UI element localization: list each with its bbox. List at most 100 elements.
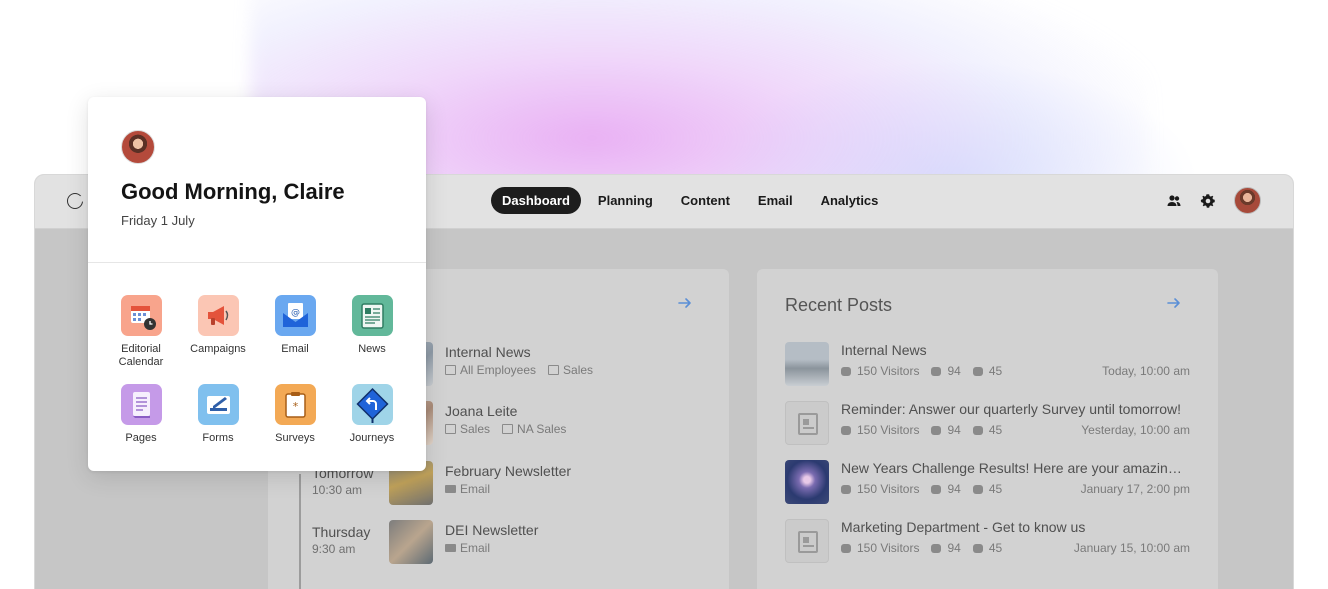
app-launcher-popup: Good Morning, Claire Friday 1 July Edito…: [88, 97, 426, 471]
thumbs-up-icon: [931, 366, 942, 376]
meta-label: Sales: [460, 422, 491, 436]
gear-icon[interactable]: [1200, 193, 1216, 209]
row-title: DEI Newsletter: [445, 522, 539, 538]
app-pages[interactable]: Pages: [108, 384, 174, 445]
post-title: Reminder: Answer our quarterly Survey un…: [841, 401, 1182, 417]
document-icon: [798, 531, 818, 553]
post-thumbnail: [785, 342, 829, 386]
post-date: January 17, 2:00 pm: [1080, 482, 1190, 496]
post-row[interactable]: Reminder: Answer our quarterly Survey un…: [785, 401, 1190, 447]
row-day: Thursday: [312, 524, 371, 540]
likes-count: 94: [947, 482, 961, 496]
row-meta: Email: [445, 541, 490, 555]
journey-sign-icon: [351, 384, 393, 425]
logo-icon[interactable]: [67, 193, 84, 209]
meta-label: Email: [460, 541, 491, 555]
app-label: Editorial Calendar: [118, 343, 164, 368]
document-icon: [798, 413, 818, 435]
envelope-icon: [445, 544, 456, 552]
app-surveys[interactable]: * Surveys: [262, 384, 328, 445]
comment-icon: [972, 543, 983, 553]
svg-text:*: *: [292, 400, 298, 413]
visitors-icon: [841, 425, 851, 435]
comment-icon: [972, 366, 983, 376]
post-stats: 150 Visitors 94 45: [841, 541, 1002, 555]
row-title: Joana Leite: [445, 403, 518, 419]
clipboard-icon: *: [274, 384, 316, 425]
post-thumbnail: [785, 460, 829, 504]
likes-count: 94: [947, 364, 961, 378]
app-forms[interactable]: Forms: [185, 384, 251, 445]
meta-label: Sales: [563, 363, 594, 377]
calendar-icon: [120, 295, 162, 336]
thumbs-up-icon: [931, 543, 942, 553]
thumbs-up-icon: [931, 484, 942, 494]
recent-posts-card: Recent Posts Internal News 150 Visitors …: [757, 269, 1218, 589]
meta-label: Email: [460, 482, 491, 496]
tab-content[interactable]: Content: [670, 187, 741, 214]
post-title: Internal News: [841, 342, 927, 358]
email-icon: @: [274, 295, 316, 336]
recent-posts-title: Recent Posts: [785, 295, 893, 315]
tab-analytics[interactable]: Analytics: [810, 187, 890, 214]
app-label: Journeys: [349, 432, 395, 444]
visitors-icon: [841, 366, 851, 376]
visitors-icon: [841, 484, 851, 494]
people-icon[interactable]: [1166, 193, 1182, 209]
post-stats: 150 Visitors 94 45: [841, 423, 1002, 437]
app-label: Campaigns: [190, 343, 246, 355]
forms-icon: [197, 384, 239, 425]
post-thumbnail: [785, 401, 829, 445]
comment-icon: [972, 425, 983, 435]
comment-icon: [972, 484, 983, 494]
post-title: New Years Challenge Results! Here are yo…: [841, 460, 1189, 476]
pages-icon: [120, 384, 162, 425]
post-row[interactable]: Marketing Department - Get to know us 15…: [785, 519, 1190, 565]
app-label: News: [358, 343, 386, 355]
tab-email[interactable]: Email: [747, 187, 804, 214]
post-row[interactable]: Internal News 150 Visitors 94 45 Today, …: [785, 342, 1190, 388]
popup-avatar: [121, 130, 155, 164]
divider: [88, 262, 426, 263]
visitors-icon: [841, 543, 851, 553]
post-stats: 150 Visitors 94 45: [841, 364, 1002, 378]
post-date: Yesterday, 10:00 am: [1081, 423, 1190, 437]
post-title: Marketing Department - Get to know us: [841, 519, 1086, 535]
calendar-row[interactable]: Thursday 9:30 am DEI Newsletter Email: [268, 520, 729, 566]
app-news[interactable]: News: [339, 295, 405, 356]
thumbs-up-icon: [931, 425, 942, 435]
meta-label: All Employees: [460, 363, 537, 377]
row-title: Internal News: [445, 344, 531, 360]
tab-planning[interactable]: Planning: [587, 187, 664, 214]
visitors-count: 150 Visitors: [857, 423, 920, 437]
visitors-count: 150 Visitors: [857, 541, 920, 555]
main-nav: Dashboard Planning Content Email Analyti…: [491, 187, 889, 214]
tab-dashboard[interactable]: Dashboard: [491, 187, 581, 214]
row-title: February Newsletter: [445, 463, 572, 479]
comments-count: 45: [988, 482, 1003, 496]
arrow-right-icon[interactable]: [677, 295, 693, 311]
arrow-right-icon[interactable]: [1166, 295, 1182, 311]
app-label: Forms: [202, 432, 234, 444]
comments-count: 45: [988, 364, 1003, 378]
group-icon: [548, 365, 560, 375]
row-meta: All Employees Sales: [445, 363, 593, 377]
app-email[interactable]: @ Email: [262, 295, 328, 356]
comments-count: 45: [988, 541, 1003, 555]
row-thumbnail: [389, 520, 433, 564]
app-campaigns[interactable]: Campaigns: [185, 295, 251, 356]
app-label: Surveys: [275, 432, 315, 444]
post-date: January 15, 10:00 am: [1073, 541, 1190, 555]
newspaper-icon: [351, 295, 393, 336]
group-icon: [445, 424, 456, 434]
top-right-icons: [1166, 187, 1261, 214]
app-journeys[interactable]: Journeys: [339, 384, 405, 445]
group-icon: [502, 424, 514, 434]
app-editorial-calendar[interactable]: Editorial Calendar: [108, 295, 174, 369]
post-row[interactable]: New Years Challenge Results! Here are yo…: [785, 460, 1190, 506]
svg-text:@: @: [291, 308, 300, 318]
group-icon: [445, 365, 456, 375]
user-avatar[interactable]: [1234, 187, 1261, 214]
post-stats: 150 Visitors 94 45: [841, 482, 1002, 496]
row-time: 9:30 am: [312, 542, 356, 556]
